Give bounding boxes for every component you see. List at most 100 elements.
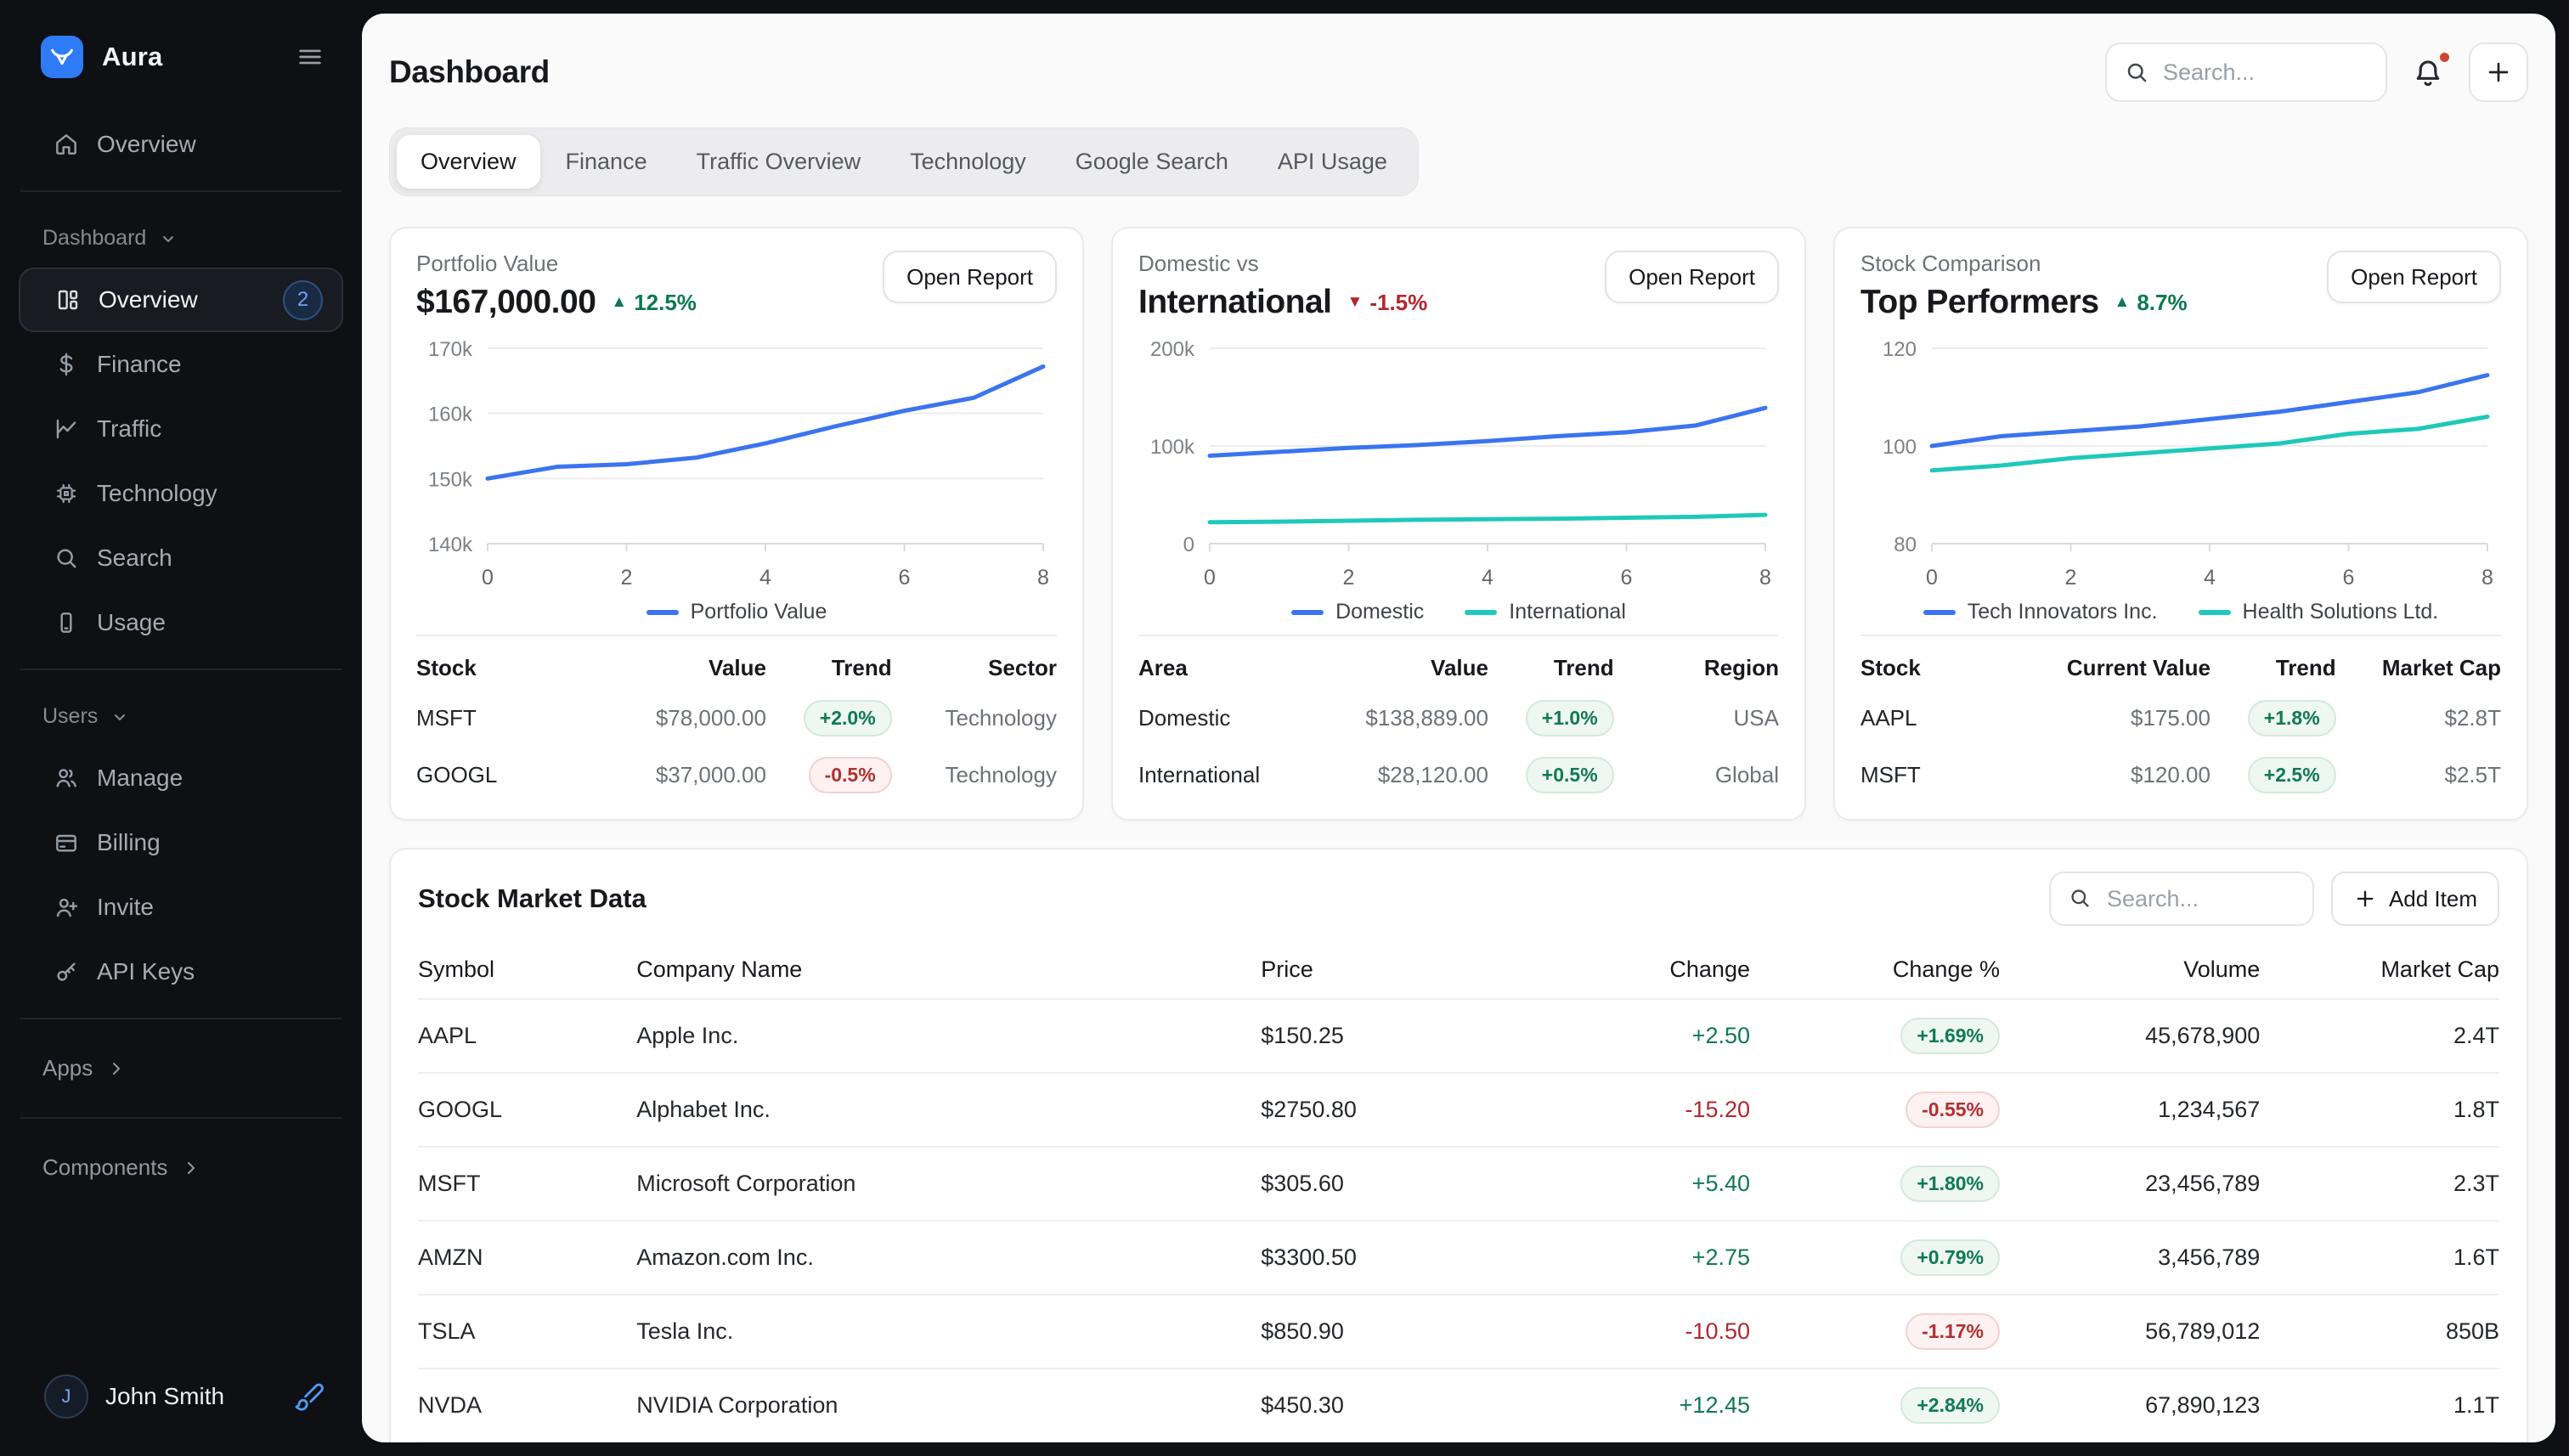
change-pct-pill: -1.17%: [1906, 1313, 2000, 1350]
add-button[interactable]: [2469, 42, 2528, 102]
svg-text:8: 8: [1037, 566, 1049, 590]
sidebar-item-overview-top[interactable]: Overview: [0, 112, 362, 177]
table-row[interactable]: GOOGLAlphabet Inc.$2750.80-15.20-0.55%1,…: [418, 1073, 2499, 1147]
cell-change-pct: -1.17%: [1750, 1295, 2000, 1369]
cell-company: Amazon.com Inc.: [636, 1221, 1261, 1295]
mini-cell: $37,000.00: [568, 752, 766, 799]
mini-cell: $2.8T: [2336, 695, 2501, 742]
cell-price: $850.90: [1261, 1295, 1532, 1369]
open-report-button[interactable]: Open Report: [883, 251, 1057, 303]
sidebar-item-manage[interactable]: Manage: [0, 746, 362, 810]
chevron-right-icon: [181, 1158, 201, 1178]
paintbrush-icon[interactable]: [294, 1381, 325, 1412]
open-report-button[interactable]: Open Report: [1605, 251, 1779, 303]
cell-price: $450.30: [1261, 1369, 1532, 1442]
trend-pill: +0.5%: [1526, 757, 1614, 793]
sidebar-item-search[interactable]: Search: [0, 526, 362, 590]
main-content: Dashboard Overview Finance: [362, 14, 2555, 1442]
svg-text:2: 2: [621, 566, 633, 590]
sidebar-item-billing[interactable]: Billing: [0, 810, 362, 875]
sidebar-item-invite[interactable]: Invite: [0, 875, 362, 940]
legend-dash: [646, 610, 679, 615]
sidebar-item-technology[interactable]: Technology: [0, 461, 362, 526]
search-icon: [53, 545, 80, 572]
search-icon: [2124, 59, 2149, 85]
mini-cell: Domestic: [1138, 695, 1290, 742]
notification-dot: [2437, 50, 2452, 65]
trend-arrow-icon: ▼: [1347, 293, 1364, 312]
sidebar-item-label: Search: [97, 545, 172, 572]
tab-api-usage[interactable]: API Usage: [1254, 135, 1411, 189]
table-search: [2049, 872, 2314, 926]
tab-finance[interactable]: Finance: [542, 135, 671, 189]
mini-cell: $78,000.00: [568, 695, 766, 742]
tab-technology[interactable]: Technology: [886, 135, 1050, 189]
cell-change-pct: -0.55%: [1750, 1073, 2000, 1147]
avatar[interactable]: J: [44, 1374, 88, 1419]
trend-pill: +1.8%: [2248, 700, 2336, 736]
sidebar-link-apps[interactable]: Apps: [0, 1033, 362, 1103]
tab-traffic-overview[interactable]: Traffic Overview: [673, 135, 885, 189]
stock-comparison-chart: 8010012002468: [1860, 333, 2501, 598]
svg-text:2: 2: [1343, 566, 1355, 590]
table-header-row: Symbol Company Name Price Change Change …: [418, 941, 2499, 999]
card-subtitle: Portfolio Value: [416, 251, 697, 277]
hamburger-icon[interactable]: [296, 42, 325, 71]
credit-card-icon: [53, 829, 80, 856]
section-label-users[interactable]: Users: [0, 684, 362, 746]
legend-dash: [1923, 610, 1956, 615]
mini-cell: $28,120.00: [1290, 752, 1488, 799]
cell-market-cap: 850B: [2260, 1295, 2499, 1369]
svg-text:6: 6: [899, 566, 911, 590]
svg-text:8: 8: [1759, 566, 1771, 590]
svg-text:4: 4: [759, 566, 771, 590]
svg-text:80: 80: [1894, 533, 1917, 556]
mini-cell: $175.00: [2013, 695, 2210, 742]
sidebar-item-traffic[interactable]: Traffic: [0, 397, 362, 461]
table-row[interactable]: MSFTMicrosoft Corporation$305.60+5.40+1.…: [418, 1147, 2499, 1221]
trend-pill: +2.5%: [2248, 757, 2336, 793]
sidebar-item-overview[interactable]: Overview 2: [19, 268, 343, 332]
table-row[interactable]: NVDANVIDIA Corporation$450.30+12.45+2.84…: [418, 1369, 2499, 1442]
sidebar-link-components[interactable]: Components: [0, 1132, 362, 1203]
table-row[interactable]: AMZNAmazon.com Inc.$3300.50+2.75+0.79%3,…: [418, 1221, 2499, 1295]
trend-pill: -0.5%: [809, 757, 892, 793]
search-input[interactable]: [2163, 59, 2369, 86]
add-item-button[interactable]: Add Item: [2331, 872, 2499, 926]
mini-col-header: Current Value: [2013, 643, 2210, 690]
section-label-dashboard[interactable]: Dashboard: [0, 206, 362, 268]
notifications-button[interactable]: [2409, 54, 2447, 91]
home-icon: [53, 131, 80, 158]
tab-overview[interactable]: Overview: [397, 135, 540, 189]
cell-change-pct: +0.79%: [1750, 1221, 2000, 1295]
card-subtitle: Stock Comparison: [1860, 251, 2188, 277]
svg-text:0: 0: [1204, 566, 1216, 590]
cell-market-cap: 2.3T: [2260, 1147, 2499, 1221]
sidebar-item-label: Overview: [97, 131, 196, 158]
cell-change: -15.20: [1532, 1073, 1750, 1147]
sidebar-item-api-keys[interactable]: API Keys: [0, 940, 362, 1004]
mini-col-header: Sector: [892, 643, 1057, 690]
search-icon: [2068, 886, 2093, 911]
mini-col-header: Region: [1614, 643, 1779, 690]
mini-col-header: Value: [568, 643, 766, 690]
cell-price: $2750.80: [1261, 1073, 1532, 1147]
table-row[interactable]: AAPLApple Inc.$150.25+2.50+1.69%45,678,9…: [418, 999, 2499, 1073]
svg-text:2: 2: [2065, 566, 2077, 590]
link-label: Apps: [42, 1055, 93, 1081]
chart-legend: Portfolio Value: [416, 600, 1057, 624]
mini-cell: AAPL: [1860, 695, 2013, 742]
sidebar-item-usage[interactable]: Usage: [0, 590, 362, 655]
svg-text:170k: 170k: [428, 338, 473, 361]
sidebar-item-finance[interactable]: Finance: [0, 332, 362, 397]
cell-symbol: AAPL: [418, 999, 636, 1073]
table-search-input[interactable]: [2107, 886, 2295, 912]
header-actions: [2105, 42, 2528, 102]
col-volume: Volume: [2000, 941, 2260, 999]
table-row[interactable]: TSLATesla Inc.$850.90-10.50-1.17%56,789,…: [418, 1295, 2499, 1369]
cell-change: -10.50: [1532, 1295, 1750, 1369]
tab-google-search[interactable]: Google Search: [1052, 135, 1252, 189]
open-report-button[interactable]: Open Report: [2327, 251, 2501, 303]
sidebar: Aura Overview Dashboard Overview 2: [0, 0, 362, 1456]
change-pct-pill: +1.69%: [1900, 1018, 2000, 1054]
